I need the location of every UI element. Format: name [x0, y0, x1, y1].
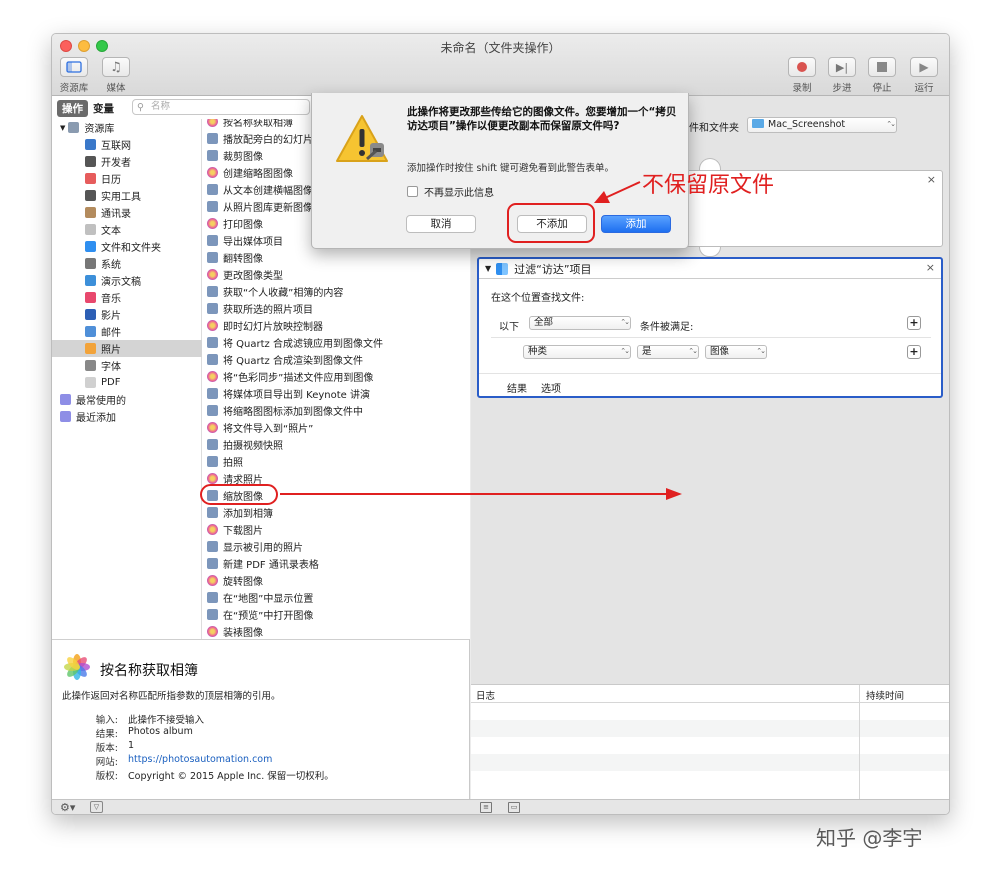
arrow-to-dont-add	[604, 181, 641, 199]
annotation-arrows	[280, 181, 682, 500]
watermark: 知乎 @李宇	[816, 826, 923, 850]
annotation-text: 不保留原文件	[642, 173, 775, 198]
arrow-head	[666, 488, 682, 500]
